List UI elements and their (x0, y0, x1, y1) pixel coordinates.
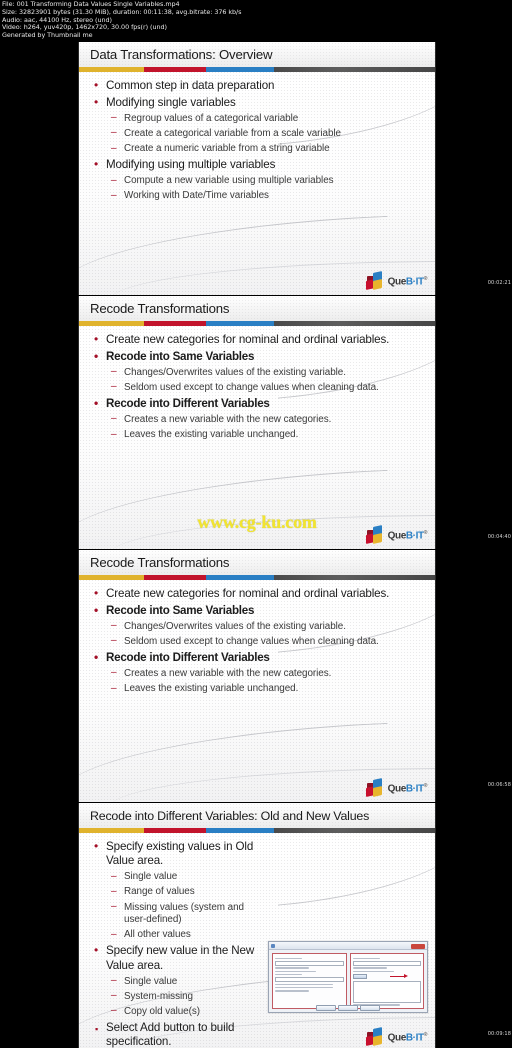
slide-thumbnail-2[interactable]: Recode Transformations Create new catego… (78, 296, 436, 549)
timestamp-4: 00:09:18 (487, 1031, 511, 1037)
metadata-generator: Generated by Thumbnail me (2, 31, 93, 40)
quebit-logo: QueB·IT® (365, 1027, 428, 1046)
list-item: Create a numeric variable from a string … (91, 143, 425, 156)
list-item: Recode into Different Variables (91, 396, 425, 411)
slide-body: Specify existing values in Old Value are… (79, 828, 435, 1048)
list-item: Select Add button to build specification… (91, 1021, 265, 1048)
list-item: Recode into Same Variables (91, 349, 425, 364)
list-item: Creates a new variable with the new cate… (91, 413, 425, 427)
list-item: Working with Date/Time variables (91, 190, 425, 203)
list-item: Range of values (91, 886, 265, 899)
decorative-swoosh-top (272, 828, 435, 906)
decorative-swoosh-bottom (79, 722, 391, 796)
video-metadata-header: File: 001 Transforming Data Values Singl… (2, 0, 302, 40)
logo-cubes-icon (365, 271, 386, 290)
list-item: Leaves the existing variable unchanged. (91, 683, 425, 696)
new-value-panel (349, 953, 424, 1009)
quebit-logo: QueB·IT® (365, 525, 428, 544)
list-item: Single value (91, 975, 265, 989)
list-item: Creates a new variable with the new cate… (91, 667, 425, 681)
dialog-arrow-icon (389, 973, 408, 978)
slide-title: Recode Transformations (90, 301, 230, 316)
bullet-list: Specify existing values in Old Value are… (79, 833, 275, 1048)
logo-cubes-icon (365, 1027, 386, 1046)
logo-cubes-icon (365, 525, 386, 544)
slide-title-band: Data Transformations: Overview (79, 42, 435, 67)
list-item: Regroup values of a categorical variable (91, 112, 425, 126)
dialog-cancel-button (338, 1005, 358, 1011)
list-item: Create a categorical variable from a sca… (91, 127, 425, 141)
list-item: Create new categories for nominal and or… (91, 332, 425, 347)
list-item: Common step in data preparation (91, 78, 425, 93)
list-item: Changes/Overwrites values of the existin… (91, 620, 425, 634)
slide-thumbnail-column: Data Transformations: Overview Common st… (78, 42, 436, 1048)
list-item: Missing values (system and user-defined) (91, 901, 265, 927)
dialog-titlebar (269, 942, 427, 950)
list-item: Modifying single variables (91, 95, 425, 110)
logo-wordmark: QueB·IT® (387, 1032, 428, 1044)
list-item: Recode into Same Variables (91, 603, 425, 618)
list-item: Recode into Different Variables (91, 650, 425, 665)
logo-wordmark: QueB·IT® (387, 530, 428, 542)
timestamp-2: 00:04:40 (487, 534, 511, 540)
list-item: Changes/Overwrites values of the existin… (91, 366, 425, 380)
bullet-list: Create new categories for nominal and or… (79, 580, 435, 696)
slide-title-band: Recode into Different Variables: Old and… (79, 803, 435, 828)
slide-title-band: Recode Transformations (79, 550, 435, 575)
list-item: All other values (91, 929, 265, 942)
slide-thumbnail-3[interactable]: Recode Transformations Create new catego… (78, 550, 436, 802)
decorative-swoosh-bottom (79, 215, 391, 289)
slide-body: Create new categories for nominal and or… (79, 321, 435, 549)
dialog-body (269, 950, 427, 1012)
list-item: Seldom used except to change values when… (91, 381, 425, 395)
timestamp-1: 00:02:21 (487, 280, 511, 286)
list-item: Specify existing values in Old Value are… (91, 839, 265, 869)
bullet-list: Create new categories for nominal and or… (79, 326, 435, 442)
timestamp-3: 00:06:58 (487, 782, 511, 788)
list-item: Leaves the existing variable unchanged. (91, 429, 425, 442)
list-item: Seldom used except to change values when… (91, 635, 425, 649)
list-item: Copy old value(s) (91, 1005, 265, 1019)
slide-title: Recode Transformations (90, 555, 230, 570)
slide-thumbnail-1[interactable]: Data Transformations: Overview Common st… (78, 42, 436, 295)
slide-title: Data Transformations: Overview (90, 47, 273, 62)
list-item: System-missing (91, 990, 265, 1004)
spss-recode-dialog-screenshot (268, 941, 428, 1013)
list-item: Compute a new variable using multiple va… (91, 175, 425, 188)
list-item: Single value (91, 871, 265, 884)
list-item: Create new categories for nominal and or… (91, 586, 425, 601)
site-watermark: www.cg-ku.com (197, 512, 317, 532)
logo-wordmark: QueB·IT® (387, 783, 428, 795)
slide-title-band: Recode Transformations (79, 296, 435, 321)
quebit-logo: QueB·IT® (365, 778, 428, 797)
dialog-continue-button (316, 1005, 336, 1011)
slide-body: Common step in data preparation Modifyin… (79, 67, 435, 295)
slide-thumbnail-4[interactable]: Recode into Different Variables: Old and… (78, 803, 436, 1048)
list-item: Specify new value in the New Value area. (91, 943, 265, 973)
bullet-list: Common step in data preparation Modifyin… (79, 72, 435, 203)
old-value-panel (272, 953, 347, 1009)
slide-title: Recode into Different Variables: Old and… (90, 808, 370, 823)
slide-body: Create new categories for nominal and or… (79, 575, 435, 802)
thumbnail-sheet: File: 001 Transforming Data Values Singl… (0, 0, 512, 1048)
logo-cubes-icon (365, 778, 386, 797)
list-item: Modifying using multiple variables (91, 157, 425, 172)
dialog-button-row (316, 1005, 380, 1011)
logo-wordmark: QueB·IT® (387, 276, 428, 288)
dialog-help-button (360, 1005, 380, 1011)
quebit-logo: QueB·IT® (365, 271, 428, 290)
